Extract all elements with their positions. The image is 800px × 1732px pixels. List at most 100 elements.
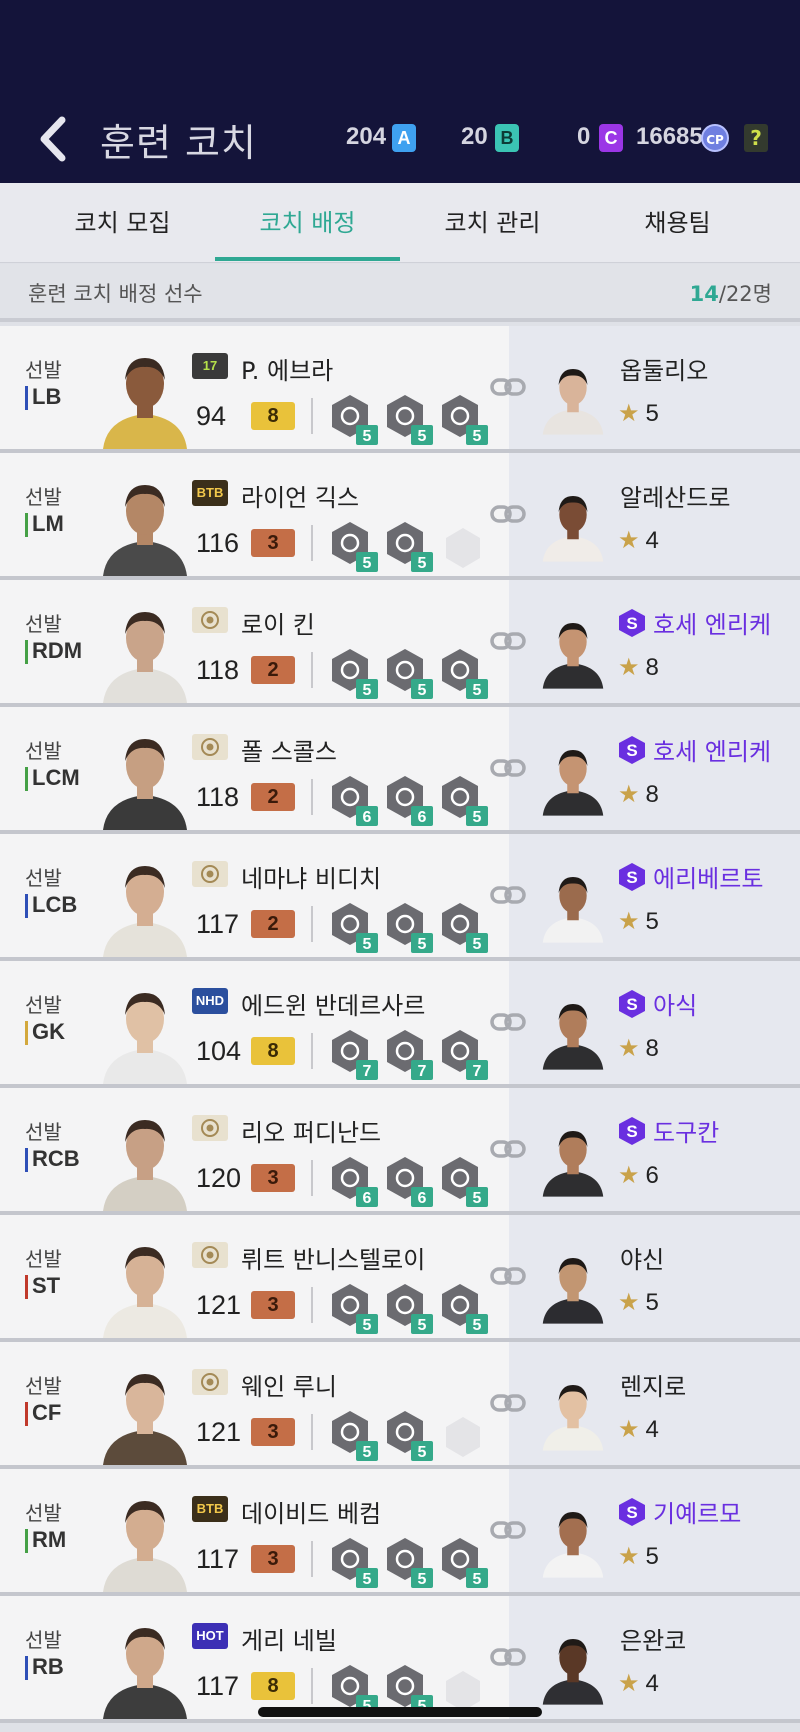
player-photo [95, 346, 195, 449]
training-skill-icon[interactable]: 7 [381, 1028, 435, 1080]
player-section[interactable]: 선발 GK NHD 에드윈 반데르사르 104 8 7 7 7 [0, 961, 509, 1084]
training-skill-icon[interactable]: 5 [326, 393, 380, 445]
coach-section[interactable]: 렌지로 ★ 4 [509, 1342, 800, 1465]
svg-text:5: 5 [363, 936, 372, 953]
training-skill-icon[interactable]: 6 [326, 774, 380, 826]
training-skill-icon[interactable]: 5 [326, 1536, 380, 1588]
tab-coach-assign[interactable]: 코치 배정 [215, 183, 400, 263]
player-photo [95, 1489, 195, 1592]
training-skill-icon[interactable]: 5 [436, 1536, 490, 1588]
player-section[interactable]: 선발 CF 웨인 루니 121 3 5 5 [0, 1342, 509, 1465]
player-row[interactable]: 선발 RB HOT 게리 네빌 117 8 5 5 은완코 [0, 1596, 800, 1723]
player-ovr: 118 [196, 782, 240, 812]
coach-section[interactable]: S 호세 엔리케 ★ 8 [509, 707, 800, 830]
training-skill-icon[interactable]: 7 [326, 1028, 380, 1080]
training-skill-icon[interactable]: 6 [326, 1155, 380, 1207]
tab-coach-manage[interactable]: 코치 관리 [400, 183, 585, 263]
coach-section[interactable]: 옵둘리오 ★ 5 [509, 326, 800, 449]
cp-coin-icon: CP [701, 124, 729, 152]
currency-b-icon: B [495, 124, 519, 152]
coach-photo [537, 727, 609, 830]
training-skill-icon[interactable]: 5 [326, 901, 380, 953]
training-skill-icon[interactable]: 5 [436, 774, 490, 826]
training-skill-icon[interactable]: 5 [381, 1409, 435, 1461]
link-chain-icon [490, 632, 526, 650]
empty-skill-slot-icon[interactable] [436, 520, 490, 572]
training-skill-icon[interactable]: 5 [436, 1282, 490, 1334]
coach-section[interactable]: S 기예르모 ★ 5 [509, 1469, 800, 1592]
training-skill-icon[interactable]: 6 [381, 1155, 435, 1207]
training-skill-icon[interactable]: 5 [326, 647, 380, 699]
player-row[interactable]: 선발 RM BTB 데이비드 베컴 117 3 5 5 5 S 기예르모 ★ 5 [0, 1469, 800, 1596]
player-ovr: 117 [196, 1671, 240, 1701]
training-skill-icon[interactable]: 5 [381, 901, 435, 953]
player-section[interactable]: 선발 LCB 네마냐 비디치 117 2 5 5 5 [0, 834, 509, 957]
coach-section[interactable]: 은완코 ★ 4 [509, 1596, 800, 1719]
player-ovr: 116 [196, 528, 240, 558]
player-row[interactable]: 선발 GK NHD 에드윈 반데르사르 104 8 7 7 7 S 아식 ★ 8 [0, 961, 800, 1088]
training-skill-icon[interactable]: 7 [436, 1028, 490, 1080]
training-skill-icon[interactable]: 5 [436, 901, 490, 953]
player-row[interactable]: 선발 ST 뤼트 반니스텔로이 121 3 5 5 5 야신 ★ 5 [0, 1215, 800, 1342]
svg-text:5: 5 [363, 1317, 372, 1334]
player-row[interactable]: 선발 RCB 리오 퍼디난드 120 3 6 6 5 S 도구칸 ★ 6 [0, 1088, 800, 1215]
home-indicator[interactable] [258, 1707, 542, 1717]
divider [311, 1414, 313, 1450]
divider [311, 525, 313, 561]
player-section[interactable]: 선발 RCB 리오 퍼디난드 120 3 6 6 5 [0, 1088, 509, 1211]
back-arrow-icon[interactable] [34, 114, 74, 164]
training-skill-icon[interactable]: 5 [436, 393, 490, 445]
enhance-grade-badge: 3 [251, 1291, 295, 1319]
coach-section[interactable]: S 아식 ★ 8 [509, 961, 800, 1084]
player-row[interactable]: 선발 LCB 네마냐 비디치 117 2 5 5 5 S 에리베르토 ★ 5 [0, 834, 800, 961]
enhance-grade-badge: 2 [251, 656, 295, 684]
player-section[interactable]: 선발 ST 뤼트 반니스텔로이 121 3 5 5 5 [0, 1215, 509, 1338]
training-skill-icon[interactable]: 6 [381, 774, 435, 826]
coach-section[interactable]: 알레산드로 ★ 4 [509, 453, 800, 576]
coach-section[interactable]: S 도구칸 ★ 6 [509, 1088, 800, 1211]
training-skill-icon[interactable]: 5 [381, 647, 435, 699]
coach-section[interactable]: 야신 ★ 5 [509, 1215, 800, 1338]
training-skill-icon[interactable]: 5 [326, 1282, 380, 1334]
coach-name: 알레산드로 [620, 484, 731, 512]
player-row[interactable]: 선발 RDM 로이 킨 118 2 5 5 5 S 호세 엔리케 ★ 8 [0, 580, 800, 707]
enhance-grade-badge: 8 [251, 1037, 295, 1065]
coach-star-rating: ★ 4 [618, 1669, 659, 1698]
player-section[interactable]: 선발 RB HOT 게리 네빌 117 8 5 5 [0, 1596, 509, 1719]
link-chain-icon [490, 1394, 526, 1412]
training-skill-icon[interactable]: 5 [381, 520, 435, 572]
svg-text:5: 5 [363, 555, 372, 572]
tab-hiring-team[interactable]: 채용팀 [585, 183, 770, 263]
player-row[interactable]: 선발 LM BTB 라이언 긱스 116 3 5 5 알레산드로 ★ 4 [0, 453, 800, 580]
coach-section[interactable]: S 호세 엔리케 ★ 8 [509, 580, 800, 703]
season-label: 17 [202, 358, 218, 373]
player-row[interactable]: 선발 CF 웨인 루니 121 3 5 5 렌지로 ★ 4 [0, 1342, 800, 1469]
player-row[interactable]: 선발 LB 17 P. 에브라 94 8 5 5 5 옵둘리오 ★ 5 [0, 326, 800, 453]
training-skill-icon[interactable]: 5 [381, 1536, 435, 1588]
coach-photo [537, 346, 609, 449]
training-skill-icon[interactable]: 5 [436, 1155, 490, 1207]
lineup-status: 선발 [25, 739, 62, 763]
coach-section[interactable]: S 에리베르토 ★ 5 [509, 834, 800, 957]
training-skill-icon[interactable]: 5 [326, 520, 380, 572]
training-skill-icon[interactable]: 5 [381, 393, 435, 445]
coach-photo [537, 1616, 609, 1719]
coach-portrait [542, 1639, 604, 1705]
player-ovr: 117 [196, 909, 240, 939]
help-button[interactable]: ? [744, 124, 768, 152]
total-number: /22명 [718, 282, 772, 306]
player-section[interactable]: 선발 LB 17 P. 에브라 94 8 5 5 5 [0, 326, 509, 449]
player-section[interactable]: 선발 RDM 로이 킨 118 2 5 5 5 [0, 580, 509, 703]
player-section[interactable]: 선발 RM BTB 데이비드 베컴 117 3 5 5 5 [0, 1469, 509, 1592]
training-skill-icon[interactable]: 5 [326, 1409, 380, 1461]
coach-star-count: 4 [645, 1416, 659, 1443]
training-skill-icon[interactable]: 5 [381, 1282, 435, 1334]
tab-coach-recruit[interactable]: 코치 모집 [30, 183, 215, 263]
training-skill-icon[interactable]: 5 [436, 647, 490, 699]
svg-text:S: S [626, 868, 637, 887]
player-section[interactable]: 선발 LCM 폴 스콜스 118 2 6 6 5 [0, 707, 509, 830]
svg-text:5: 5 [418, 1444, 427, 1461]
player-row[interactable]: 선발 LCM 폴 스콜스 118 2 6 6 5 S 호세 엔리케 ★ 8 [0, 707, 800, 834]
empty-skill-slot-icon[interactable] [436, 1409, 490, 1461]
player-section[interactable]: 선발 LM BTB 라이언 긱스 116 3 5 5 [0, 453, 509, 576]
